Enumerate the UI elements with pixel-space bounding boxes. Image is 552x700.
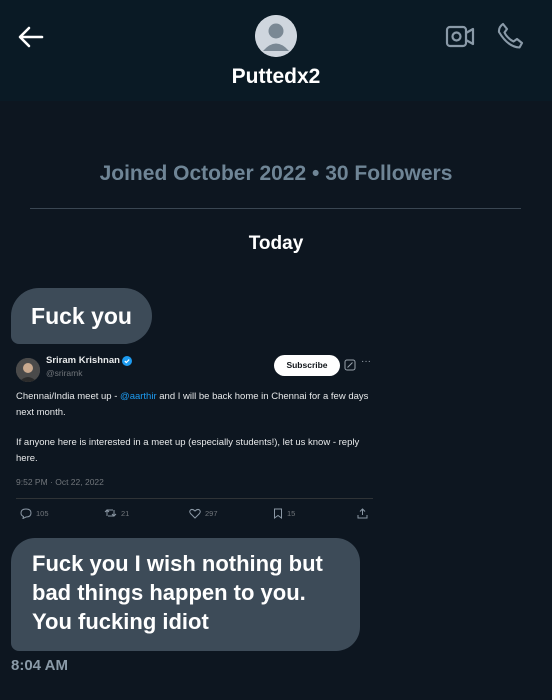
tweet-replies: 105	[20, 508, 49, 519]
profile-summary: Joined October 2022 • 30 Followers	[99, 162, 453, 185]
person-photo-icon	[16, 358, 40, 382]
tweet-author-avatar	[16, 358, 40, 382]
tweet-share	[357, 508, 368, 519]
like-count: 297	[205, 509, 218, 518]
retweet-icon	[104, 509, 117, 517]
tweet-mention: @aarthir	[120, 391, 157, 402]
message-line: bad things happen to you.	[32, 580, 306, 605]
reply-icon	[20, 508, 32, 519]
grok-icon	[344, 359, 356, 371]
tweet-author-name: Sriram Krishnan	[46, 355, 120, 366]
video-call-button[interactable]	[444, 22, 476, 52]
reply-count: 105	[36, 509, 49, 518]
tweet-text: Chennai/India meet up - @aarthir and I w…	[16, 389, 376, 481]
message-bubble[interactable]: Fuck you I wish nothing but bad things h…	[11, 538, 360, 651]
tweet-author-handle: @sriramk	[46, 368, 83, 378]
arrow-left-icon	[18, 26, 44, 48]
contact-name[interactable]: Puttedx2	[0, 65, 552, 89]
bookmark-icon	[274, 508, 282, 519]
bookmark-count: 15	[287, 509, 296, 518]
back-button[interactable]	[14, 20, 48, 54]
message-line: Fuck you I wish nothing but	[32, 551, 323, 576]
heart-icon	[189, 508, 201, 519]
more-icon: ···	[361, 356, 371, 367]
tweet-bookmarks: 15	[273, 508, 295, 519]
tweet-paragraph: Chennai/India meet up - @aarthir and I w…	[16, 389, 376, 421]
divider	[30, 208, 521, 209]
video-call-icon	[445, 25, 475, 48]
default-avatar-icon	[255, 15, 297, 57]
phone-icon	[497, 22, 524, 49]
verified-badge-icon	[122, 356, 132, 366]
tweet-text-part: Chennai/India meet up -	[16, 391, 121, 402]
contact-avatar[interactable]	[255, 15, 297, 57]
day-label: Today	[248, 233, 304, 254]
tweet-retweets: 21	[104, 508, 129, 518]
message-bubble[interactable]: Fuck you	[11, 288, 152, 344]
message-timestamp: 8:04 AM	[11, 657, 68, 674]
tweet-timestamp: 9:52 PM · Oct 22, 2022	[16, 477, 104, 487]
tweet-subscribe-button: Subscribe	[274, 355, 340, 376]
message-line: You fucking idiot	[32, 609, 209, 634]
phone-call-button[interactable]	[494, 20, 526, 52]
tweet-likes: 297	[189, 508, 218, 519]
tweet-divider	[16, 498, 373, 499]
share-icon	[357, 508, 368, 519]
retweet-count: 21	[121, 508, 130, 518]
tweet-paragraph: If anyone here is interested in a meet u…	[16, 437, 360, 464]
chat-header: Puttedx2	[0, 0, 552, 101]
